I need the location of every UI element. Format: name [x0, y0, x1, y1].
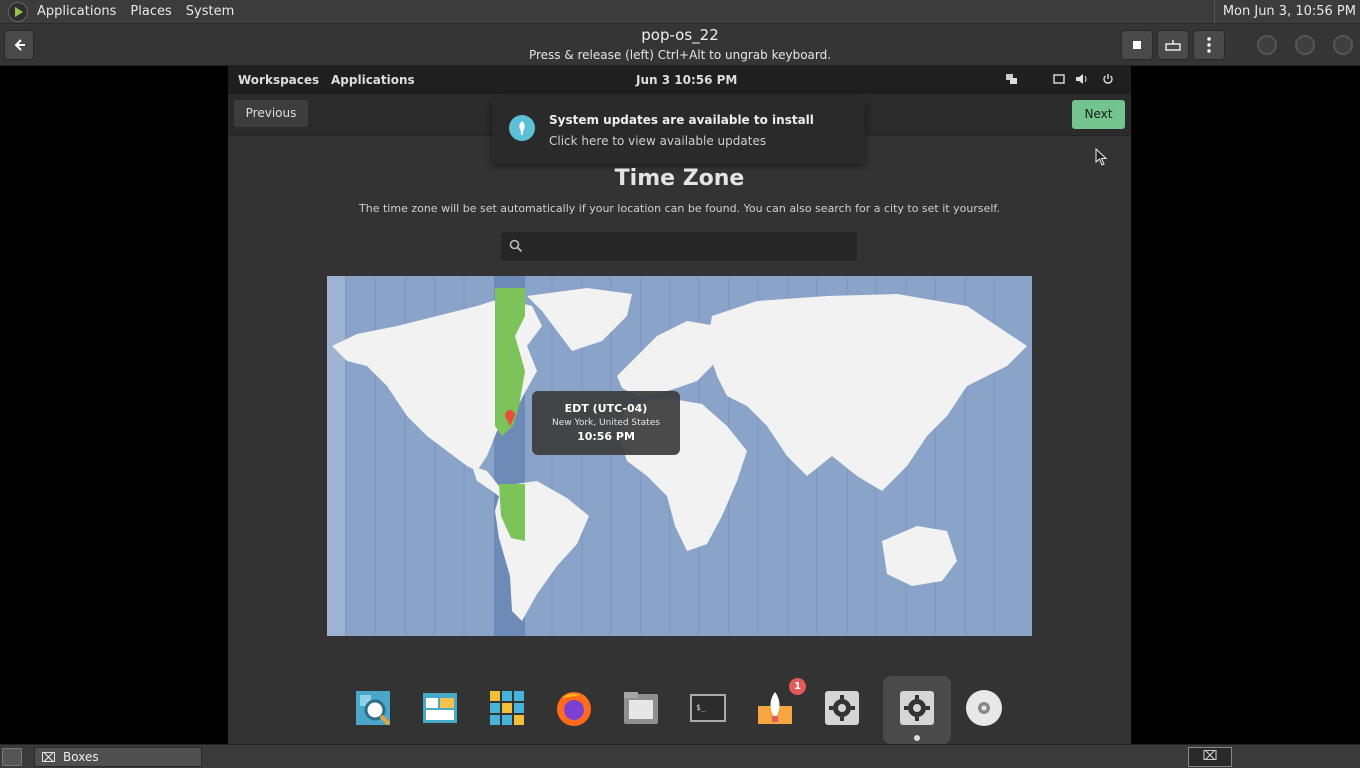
workspace-switcher-icon[interactable]: ⌧ — [1188, 747, 1232, 767]
world-map-graphic[interactable] — [327, 276, 1032, 636]
network-wired-icon[interactable] — [1004, 73, 1018, 85]
previous-button[interactable]: Previous — [234, 100, 308, 127]
ungrab-hint: Press & release (left) Ctrl+Alt to ungra… — [528, 48, 832, 62]
keyboard-icon — [1165, 40, 1181, 51]
menu-button[interactable] — [1193, 30, 1225, 60]
timezone-tooltip: EDT (UTC-04) New York, United States 10:… — [532, 391, 680, 455]
search-app-icon[interactable] — [353, 688, 393, 728]
disc-icon[interactable] — [964, 688, 1004, 728]
host-menu: Applications Places System — [30, 0, 241, 24]
next-button[interactable]: Next — [1072, 100, 1125, 129]
search-input[interactable] — [531, 236, 851, 257]
vm-title: pop-os_22 — [641, 26, 719, 44]
notification-body: Click here to view available updates — [549, 134, 767, 148]
host-clock[interactable]: Mon Jun 3, 10:56 PM — [1213, 0, 1356, 24]
vm-display[interactable]: Workspaces Applications Jun 3 10:56 PM P… — [228, 66, 1131, 744]
screen: Applications Places System Mon Jun 3, 10… — [0, 0, 1360, 768]
mouse-cursor-icon — [1095, 148, 1107, 166]
taskbar-item-label: Boxes — [63, 750, 99, 764]
show-desktop-icon[interactable] — [2, 748, 22, 766]
guest-applications[interactable]: Applications — [331, 73, 415, 87]
svg-text:$_: $_ — [696, 703, 706, 712]
taskbar-item-boxes[interactable]: ⌧ Boxes — [34, 747, 202, 767]
kebab-menu-icon — [1207, 37, 1211, 53]
dock: $_ 1 — [228, 674, 1131, 744]
close-window-button[interactable] — [1333, 35, 1353, 55]
pop-shop-notification-icon — [509, 115, 535, 141]
stop-icon — [1133, 41, 1141, 49]
maximize-window-button[interactable] — [1295, 35, 1315, 55]
page-description: The time zone will be set automatically … — [359, 202, 1000, 215]
dock-running-indicator — [914, 735, 920, 741]
tooltip-zone: EDT (UTC-04) — [564, 402, 648, 415]
pop-shop-icon[interactable] — [755, 688, 795, 728]
guest-top-bar: Workspaces Applications Jun 3 10:56 PM — [228, 66, 1131, 94]
volume-icon[interactable] — [1075, 73, 1089, 85]
files-icon[interactable] — [621, 688, 661, 728]
minimize-window-button[interactable] — [1257, 35, 1277, 55]
power-icon[interactable] — [1101, 73, 1115, 85]
timezone-map[interactable] — [327, 276, 1032, 636]
menu-system[interactable]: System — [179, 0, 241, 24]
pause-button[interactable] — [1121, 30, 1153, 60]
tooltip-location: New York, United States — [552, 418, 660, 428]
boxes-icon: ⌧ — [41, 751, 56, 766]
app-grid-icon[interactable] — [487, 688, 527, 728]
search-icon — [509, 239, 523, 253]
boxes-header-bar: pop-os_22 Press & release (left) Ctrl+Al… — [0, 24, 1360, 66]
notification-badge: 1 — [789, 678, 806, 695]
guest-workspaces[interactable]: Workspaces — [238, 73, 319, 87]
notification-title: System updates are available to install — [549, 113, 814, 127]
settings-icon[interactable] — [822, 688, 862, 728]
firefox-icon[interactable] — [554, 688, 594, 728]
timezone-search[interactable] — [501, 232, 857, 261]
host-top-panel: Applications Places System Mon Jun 3, 10… — [0, 0, 1360, 24]
installer-settings-icon[interactable] — [897, 688, 937, 728]
tooltip-time: 10:56 PM — [577, 430, 635, 443]
page-title: Time Zone — [614, 166, 745, 191]
menu-applications[interactable]: Applications — [30, 0, 123, 24]
menu-places[interactable]: Places — [123, 0, 178, 24]
update-notification[interactable]: System updates are available to install … — [492, 98, 865, 164]
keyboard-shortcuts-button[interactable] — [1157, 30, 1189, 60]
menu-logo-icon[interactable] — [8, 1, 28, 22]
files-layout-icon[interactable] — [420, 688, 460, 728]
guest-clock[interactable]: Jun 3 10:56 PM — [636, 73, 737, 87]
host-taskbar: ⌧ Boxes ⌧ — [0, 744, 1360, 768]
terminal-icon[interactable]: $_ — [688, 688, 728, 728]
system-tray-icon[interactable] — [1052, 73, 1066, 85]
